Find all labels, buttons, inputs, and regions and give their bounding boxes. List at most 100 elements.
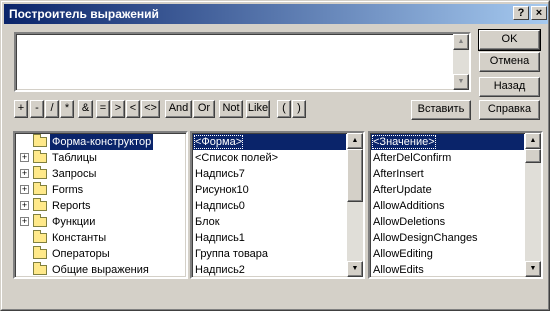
object-tree-pane[interactable]: Форма-конструктор + Таблицы + Запросы + Forms +… [13,131,188,279]
folder-icon [33,230,47,243]
tree-item[interactable]: + Запросы [16,166,185,182]
list-item-label: AfterInsert [373,168,424,180]
scroll-thumb[interactable] [347,149,363,202]
tree-item-label: Операторы [52,248,110,260]
list-item[interactable]: Надпись0 [193,198,346,214]
list-item[interactable]: Надпись2 [193,262,346,276]
scroll-thumb[interactable] [525,149,541,163]
list-item-label: <Список полей> [195,152,279,164]
scroll-down-arrow-icon[interactable]: ▼ [347,261,363,277]
operator-close-paren-button[interactable]: ) [292,100,306,118]
list-item[interactable]: AllowEditing [371,246,524,262]
expression-textbox[interactable]: ▲ ▼ [14,32,471,92]
expression-builder-dialog: Построитель выражений ? × ▲ ▼ OK Отмена … [0,0,550,311]
list-item[interactable]: Надпись7 [193,166,346,182]
operator-open-paren-button[interactable]: ( [277,100,291,118]
operator-divide-button[interactable]: / [45,100,59,118]
help-button[interactable]: Справка [479,100,540,120]
operator-plus-button[interactable]: + [14,100,28,118]
operator-like-button[interactable]: Like [246,100,270,118]
operator-multiply-button[interactable]: * [60,100,74,118]
operator-and-button[interactable]: And [165,100,192,118]
list-item-label: Надпись2 [195,264,245,276]
list-item[interactable]: <Форма> [193,134,346,150]
window-title: Построитель выражений [9,7,159,21]
operator-greater-button[interactable]: > [111,100,125,118]
list-item-label: Группа товара [195,248,269,260]
tree-item-label: Форма-конструктор [50,134,154,150]
properties-list-scrollbar[interactable]: ▲ ▼ [525,133,541,277]
expand-plus-icon[interactable]: + [20,153,29,162]
folder-icon [33,134,47,147]
list-item[interactable]: AfterDelConfirm [371,150,524,166]
list-item-label: AllowAdditions [373,200,445,212]
object-tree[interactable]: Форма-конструктор + Таблицы + Запросы + Forms +… [16,134,185,276]
operator-minus-button[interactable]: - [30,100,44,118]
ok-button[interactable]: OK [478,29,541,51]
list-item[interactable]: AfterInsert [371,166,524,182]
operator-not-equal-button[interactable]: <> [141,100,160,118]
tree-item[interactable]: + Reports [16,198,185,214]
folder-icon [33,150,47,163]
tree-item-label: Функции [52,216,96,228]
expand-plus-icon[interactable]: + [20,201,29,210]
list-item[interactable]: AllowDesignChanges [371,230,524,246]
operator-not-button[interactable]: Not [219,100,243,118]
properties-list[interactable]: <Значение> AfterDelConfirm AfterInsert Afte… [371,134,524,276]
close-button[interactable]: × [531,6,547,20]
list-item-label: AllowDeletions [373,216,446,228]
tree-item-label: Константы [52,232,107,244]
cancel-button[interactable]: Отмена [479,52,540,72]
tree-item-label: Таблицы [52,152,97,164]
folder-icon [33,166,47,179]
expression-scrollbar[interactable]: ▲ ▼ [453,34,469,90]
list-item-label: Надпись1 [195,232,245,244]
list-item[interactable]: AllowEdits [371,262,524,276]
elements-list[interactable]: <Форма> <Список полей> Надпись7 Рисунок10 На… [193,134,346,276]
tree-item[interactable]: Операторы [16,246,185,262]
folder-icon [33,246,47,259]
scroll-down-arrow-icon[interactable]: ▼ [453,74,469,90]
expand-plus-icon[interactable]: + [20,185,29,194]
tree-item[interactable]: Общие выражения [16,262,185,276]
tree-item[interactable]: Константы [16,230,185,246]
tree-item[interactable]: Форма-конструктор [16,134,185,150]
folder-icon [33,262,47,275]
list-item-label: AllowEditing [373,248,433,260]
list-item[interactable]: Блок [193,214,346,230]
list-item[interactable]: Рисунок10 [193,182,346,198]
scroll-up-arrow-icon[interactable]: ▲ [347,133,363,149]
list-item-label: <Значение> [372,135,436,149]
list-item-label: AllowEdits [373,264,424,276]
list-item[interactable]: AfterUpdate [371,182,524,198]
folder-icon [33,198,47,211]
folder-icon [33,182,47,195]
list-item[interactable]: Группа товара [193,246,346,262]
list-item[interactable]: <Список полей> [193,150,346,166]
help-title-button[interactable]: ? [513,6,529,20]
list-item-label: AllowDesignChanges [373,232,478,244]
list-item[interactable]: AllowDeletions [371,214,524,230]
tree-item[interactable]: + Forms [16,182,185,198]
scroll-up-arrow-icon[interactable]: ▲ [525,133,541,149]
scroll-down-arrow-icon[interactable]: ▼ [525,261,541,277]
tree-item[interactable]: + Функции [16,214,185,230]
operator-equals-button[interactable]: = [96,100,110,118]
back-button[interactable]: Назад [479,77,540,97]
properties-list-pane[interactable]: <Значение> AfterDelConfirm AfterInsert Afte… [368,131,543,279]
expand-plus-icon[interactable]: + [20,217,29,226]
list-item[interactable]: Надпись1 [193,230,346,246]
tree-item[interactable]: + Таблицы [16,150,185,166]
list-item[interactable]: <Значение> [371,134,524,150]
operator-concat-button[interactable]: & [78,100,93,118]
list-item-label: <Форма> [193,135,244,149]
expand-plus-icon[interactable]: + [20,169,29,178]
paste-button[interactable]: Вставить [411,100,471,120]
elements-list-pane[interactable]: <Форма> <Список полей> Надпись7 Рисунок10 На… [190,131,365,279]
list-item[interactable]: AllowAdditions [371,198,524,214]
operator-or-button[interactable]: Or [193,100,215,118]
elements-list-scrollbar[interactable]: ▲ ▼ [347,133,363,277]
list-item-label: Надпись7 [195,168,245,180]
scroll-up-arrow-icon[interactable]: ▲ [453,34,469,50]
operator-less-button[interactable]: < [126,100,140,118]
